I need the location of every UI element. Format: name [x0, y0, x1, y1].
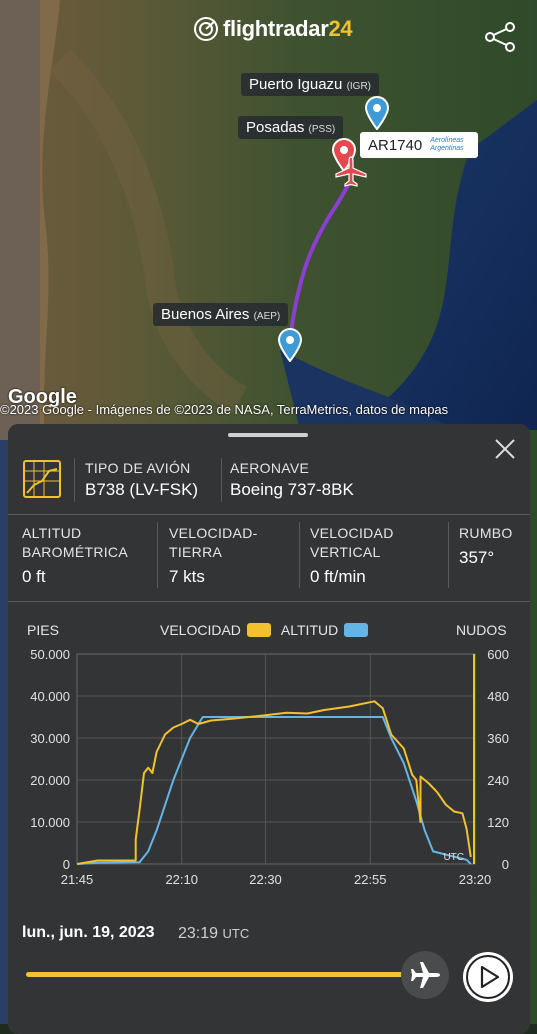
aircraft-value: Boeing 737-8BK: [230, 480, 354, 499]
speed-altitude-chart[interactable]: 50.000 40.000 30.000 20.000 10.000 0 600 480 360…: [8, 642, 530, 892]
x-tick-label: 21:45: [61, 872, 94, 887]
x-tick-label: 22:10: [165, 872, 198, 887]
chart-left-unit: PIES: [27, 622, 59, 638]
playback-track[interactable]: [26, 972, 426, 977]
aircraft-type-value: B738 (LV-FSK): [85, 480, 199, 499]
airport-label-igr[interactable]: Puerto Iguazu (IGR): [241, 73, 380, 96]
flight-number: AR1740: [368, 136, 423, 154]
legend-speed-label: VELOCIDAD: [160, 622, 241, 638]
aircraft-type-label: TIPO DE AVIÓN: [85, 460, 191, 476]
airline-logo: Aerolíneas Argentinas: [430, 137, 464, 152]
stat-vertical-speed: VELOCIDAD VERTICAL 0 ft/min: [310, 525, 394, 586]
x-tick-label: 23:20: [459, 872, 492, 887]
stat-ground-speed-value: 7 kts: [169, 567, 205, 586]
y-left-tick-label: 20.000: [30, 773, 70, 788]
chart-legend: VELOCIDAD ALTITUD: [160, 622, 369, 638]
flight-time: 23:19 UTC: [178, 925, 250, 942]
flight-date: lun., jun. 19, 2023: [22, 924, 155, 941]
flight-details-panel: TIPO DE AVIÓN B738 (LV-FSK) AERONAVE Boe…: [8, 424, 530, 1034]
y-right-tick-label: 0: [502, 857, 509, 872]
stat-heading: RUMBO 357°: [459, 525, 513, 567]
stat-vertical-speed-value: 0 ft/min: [310, 567, 366, 586]
legend-speed-swatch: [246, 623, 271, 637]
stat-altitude: ALTITUD BAROMÉTRICA 0 ft: [22, 525, 128, 586]
close-icon[interactable]: [492, 436, 518, 462]
utc-tag: UTC: [443, 852, 464, 863]
x-tick-label: 22:30: [249, 872, 282, 887]
speed-series-line: [76, 700, 472, 865]
flight-tag[interactable]: AR1740 Aerolíneas Argentinas: [360, 132, 478, 158]
y-left-tick-label: 10.000: [30, 815, 70, 830]
y-right-tick-label: 240: [487, 773, 509, 788]
igr-pin-icon[interactable]: [364, 96, 390, 130]
radar-icon: [194, 17, 218, 41]
map-attribution: ©2023 Google - Imágenes de ©2023 de NASA…: [0, 402, 449, 417]
legend-altitude-label: ALTITUD: [280, 622, 339, 638]
y-right-tick-label: 480: [487, 689, 509, 704]
share-icon[interactable]: [484, 22, 516, 52]
y-right-tick-label: 600: [487, 647, 509, 662]
y-right-tick-label: 120: [487, 815, 509, 830]
playback-airplane-icon[interactable]: [400, 950, 450, 1000]
aircraft-icon[interactable]: [334, 156, 368, 188]
logo-number: 24: [328, 16, 353, 41]
chart-right-unit: NUDOS: [456, 622, 507, 638]
logo-text: flightradar: [223, 16, 329, 41]
drag-handle[interactable]: [228, 433, 308, 437]
stat-heading-value: 357°: [459, 548, 495, 567]
y-left-tick-label: 0: [63, 857, 70, 872]
y-left-tick-label: 50.000: [30, 647, 70, 662]
y-right-tick-label: 360: [487, 731, 509, 746]
stat-altitude-value: 0 ft: [22, 567, 46, 586]
airport-label-aep[interactable]: Buenos Aires (AEP): [153, 303, 289, 326]
playback-progress: [26, 972, 418, 977]
aep-pin-icon[interactable]: [277, 328, 303, 362]
play-button[interactable]: [461, 950, 515, 1004]
x-tick-label: 22:55: [354, 872, 387, 887]
y-left-tick-label: 30.000: [30, 731, 70, 746]
y-left-tick-label: 40.000: [30, 689, 70, 704]
aircraft-chart-icon: [23, 460, 61, 498]
airport-label-pss[interactable]: Posadas (PSS): [238, 116, 344, 139]
stat-ground-speed: VELOCIDAD- TIERRA 7 kts: [169, 525, 258, 586]
legend-altitude-swatch: [344, 623, 369, 637]
aircraft-label: AERONAVE: [230, 460, 310, 476]
flightradar24-logo: flightradar 24: [193, 16, 353, 42]
